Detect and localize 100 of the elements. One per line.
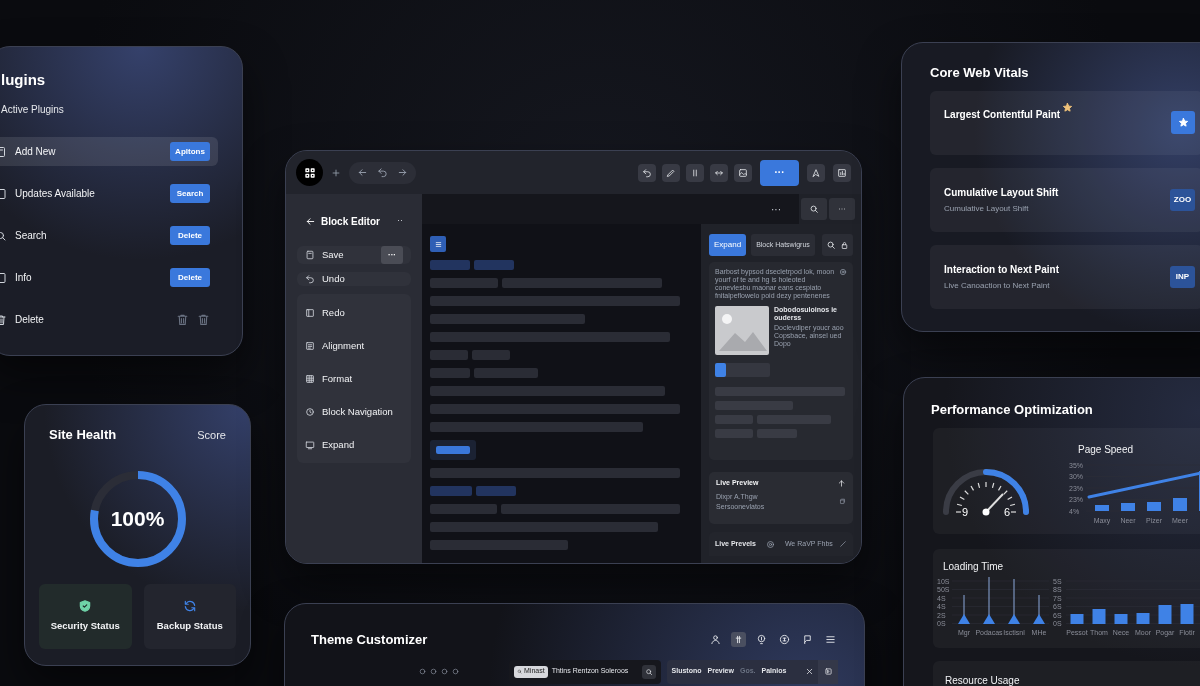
undo-icon — [377, 167, 388, 178]
row-label: Info — [15, 271, 32, 285]
score-label: Score — [197, 427, 226, 443]
metric-row[interactable]: Largest Contentful Paint — [930, 90, 1200, 155]
metric-row[interactable]: Interaction to Next Paint Live Canoaction to Next Paint INP — [930, 244, 1200, 309]
search-button[interactable] — [801, 198, 827, 220]
chart-title: Resource Usage — [945, 673, 1021, 686]
history-controls[interactable] — [349, 161, 416, 184]
panel-title: Theme Customizer — [311, 631, 428, 649]
gauge-label: 9 — [961, 505, 969, 518]
placeholder-tag — [430, 486, 472, 496]
plugin-row[interactable]: Search Delete — [0, 221, 218, 250]
badge-icon — [779, 634, 790, 646]
trash-icon — [197, 313, 210, 326]
cursor-button[interactable] — [807, 163, 825, 182]
cross-icon — [733, 634, 744, 646]
score-value: 100% — [109, 505, 166, 532]
list-icon — [433, 239, 443, 249]
panel-tab[interactable]: Expand — [709, 234, 747, 256]
play-icon — [823, 667, 833, 676]
plugin-row[interactable]: Delete — [0, 305, 218, 334]
flag-icon — [802, 634, 813, 646]
metric-row[interactable]: Cumulative Layout Shift Cumulative Layout Shift ZOO — [930, 167, 1200, 232]
star-icon — [1177, 117, 1189, 128]
sidebar-title: Block Editor — [321, 214, 380, 229]
undo-icon — [305, 274, 315, 285]
metric-detail: Cumulative Layout Shift — [944, 202, 1030, 215]
sidebar-item[interactable]: Expand — [305, 430, 403, 460]
action-button[interactable]: Search — [170, 184, 210, 203]
chart-title: Page Speed — [1078, 442, 1135, 457]
item-label: Block Navigation — [322, 404, 393, 419]
clock-icon — [305, 406, 315, 417]
undo-icon — [642, 167, 652, 178]
placeholder-tag — [476, 486, 516, 496]
menu-dots[interactable]: ··· — [771, 201, 781, 217]
plugin-row[interactable]: Add New Apltons — [0, 137, 218, 166]
plugin-row[interactable]: Updates Available Search — [0, 179, 218, 208]
swap-button[interactable] — [710, 163, 728, 182]
circle-icon — [765, 539, 775, 549]
sync-icon — [182, 598, 197, 613]
item-label: Save — [322, 247, 344, 262]
metric-badge: INP — [1170, 265, 1195, 288]
menu-dots[interactable]: ·· — [397, 214, 403, 228]
lock-icon — [840, 240, 849, 250]
action-button[interactable]: Delete — [170, 226, 210, 245]
status-tile[interactable]: Security Status — [39, 583, 132, 649]
plus-icon — [331, 167, 341, 178]
item-label: Alignment — [322, 338, 365, 353]
image-button[interactable] — [734, 163, 752, 182]
up-arrow-icon — [837, 478, 846, 488]
bulb-icon — [756, 634, 767, 646]
status-tile[interactable]: Backup Status — [143, 583, 236, 649]
plugin-row[interactable]: Info Delete — [0, 263, 218, 292]
star-icon — [1062, 101, 1074, 113]
list-icon — [305, 340, 315, 351]
copy-icon — [839, 498, 846, 505]
image-icon — [738, 167, 748, 178]
action-button[interactable]: Apltons — [170, 142, 210, 161]
row-label: Updates Available — [15, 187, 95, 201]
gauge-fill — [983, 468, 1029, 515]
item-label: Undo — [322, 272, 345, 286]
placeholder-tag — [430, 260, 470, 270]
metric-name: Largest Contentful Paint — [944, 107, 1061, 122]
action-button[interactable]: Delete — [170, 268, 210, 287]
sidebar-item[interactable]: Alignment — [305, 331, 403, 361]
cursor-icon — [811, 167, 821, 178]
panel-title: Core Web Vitals — [930, 64, 1030, 82]
close-icon — [805, 667, 814, 676]
pause-button[interactable] — [686, 163, 704, 182]
cross-button[interactable] — [731, 632, 746, 648]
back-arrow-icon — [305, 215, 316, 227]
trash-icon — [176, 313, 189, 326]
row-label: Delete — [15, 313, 44, 327]
pen-button[interactable] — [662, 163, 680, 182]
chart-title: Loading Time — [943, 559, 1005, 574]
panel-title: Site Health — [49, 426, 117, 444]
star-button[interactable] — [1171, 111, 1195, 134]
row-label: Add New — [15, 145, 56, 159]
app-logo[interactable] — [296, 159, 323, 186]
sidebar-item[interactable]: Block Navigation — [305, 397, 403, 427]
chart-button[interactable] — [833, 163, 851, 182]
search-icon — [826, 240, 836, 250]
pen-icon — [666, 167, 676, 178]
item-label: Redo — [322, 305, 345, 320]
tile-label: Security Status — [50, 618, 120, 633]
search-icon — [809, 204, 819, 214]
more-button[interactable]: ··· — [381, 246, 403, 264]
sidebar-item[interactable]: Format — [305, 364, 403, 394]
pencil-icon — [839, 540, 847, 548]
user-icon — [710, 634, 721, 646]
more-button[interactable]: ··· — [760, 159, 799, 186]
list-button[interactable] — [430, 236, 446, 252]
item-label: Expand — [322, 437, 355, 452]
metric-name: Cumulative Layout Shift — [944, 185, 1059, 200]
undo-button[interactable] — [638, 163, 656, 182]
metric-badge: ZOO — [1170, 188, 1195, 211]
placeholder-tag — [474, 260, 514, 270]
sidebar-item[interactable]: Redo — [305, 298, 403, 328]
metric-detail: Live Canoaction to Next Paint — [944, 279, 1051, 292]
search-icon — [517, 669, 522, 674]
